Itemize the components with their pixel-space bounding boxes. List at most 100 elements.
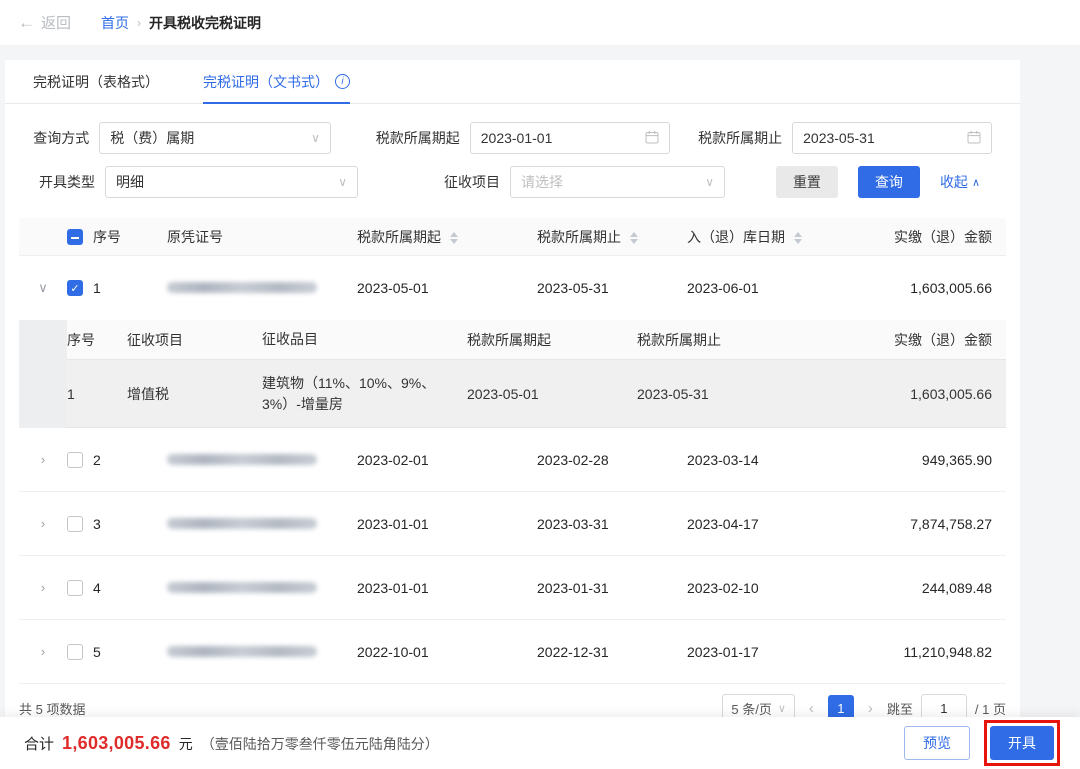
tab-label: 完税证明（表格式） (33, 72, 159, 92)
period-end-label: 税款所属期止 (695, 128, 782, 148)
col-period-start[interactable]: 税款所属期起 (357, 227, 537, 247)
table-row[interactable]: › 2 2023-02-01 2023-02-28 2023-03-14 949… (19, 428, 1006, 492)
search-button[interactable]: 查询 (858, 166, 920, 198)
top-bar: ← 返回 首页 › 开具税收完税证明 (0, 0, 1080, 45)
col-amount: 实缴（退）金额 (877, 227, 1006, 247)
collapse-link[interactable]: 收起 ∧ (940, 172, 980, 192)
tab-bar: 完税证明（表格式） 完税证明（文书式） i (5, 60, 1020, 104)
preview-button[interactable]: 预览 (904, 726, 970, 760)
page: ← 返回 首页 › 开具税收完税证明 完税证明（表格式） 完税证明（文书式） i… (0, 0, 1080, 769)
row-checkbox[interactable]: ✓ (67, 280, 83, 296)
levy-item-select[interactable]: 请选择 ∨ (510, 166, 725, 198)
calendar-icon (967, 130, 981, 147)
total-count: 共 5 项数据 (19, 699, 85, 718)
row-amount: 11,210,948.82 (877, 644, 1006, 660)
expand-row-icon[interactable]: › (19, 580, 67, 595)
row-period-start: 2023-02-01 (357, 452, 537, 468)
query-mode-value: 税（费）属期 (110, 128, 305, 148)
sub-col-period-start: 税款所属期起 (467, 330, 637, 350)
tab-certificate-document-format[interactable]: 完税证明（文书式） i (203, 60, 350, 104)
sort-icon[interactable] (794, 232, 802, 244)
row-amount: 7,874,758.27 (877, 516, 1006, 532)
chevron-down-icon: ∨ (705, 175, 714, 189)
levy-item-placeholder: 请选择 (521, 172, 699, 192)
row-checkbox[interactable] (67, 580, 83, 596)
sub-col-item: 征收项目 (127, 330, 262, 350)
row-storage-date: 2023-01-17 (687, 644, 877, 660)
query-mode-select[interactable]: 税（费）属期 ∨ (99, 122, 331, 154)
total-label: 合计 (24, 733, 54, 754)
breadcrumb-home[interactable]: 首页 (101, 13, 129, 33)
amount-in-words: （壹佰陆拾万零叁仟零伍元陆角陆分） (201, 734, 439, 754)
row-seq: 5 (93, 644, 101, 660)
collapse-label: 收起 (940, 172, 968, 192)
expand-row-icon[interactable]: › (19, 452, 67, 467)
tab-certificate-table-format[interactable]: 完税证明（表格式） (33, 60, 159, 104)
back-label: 返回 (41, 12, 71, 33)
col-seq: 序号 (93, 227, 121, 247)
sub-amount: 1,603,005.66 (802, 386, 1006, 402)
table-row[interactable]: › 3 2023-01-01 2023-03-31 2023-04-17 7,8… (19, 492, 1006, 556)
sub-seq: 1 (67, 386, 127, 402)
issue-button[interactable]: 开具 (990, 726, 1054, 760)
row-seq: 4 (93, 580, 101, 596)
pages-total: / 1 页 (975, 699, 1006, 718)
select-all-checkbox[interactable] (67, 229, 83, 245)
voucher-number-blurred (167, 454, 317, 465)
levy-item-label: 征收项目 (404, 172, 500, 192)
row-seq: 3 (93, 516, 101, 532)
table-row[interactable]: › 4 2023-01-01 2023-01-31 2023-02-10 244… (19, 556, 1006, 620)
row-period-end: 2022-12-31 (537, 644, 687, 660)
breadcrumb: 首页 › 开具税收完税证明 (101, 13, 261, 33)
table-header-row: 序号 原凭证号 税款所属期起 税款所属期止 入（退）库日期 实缴（退）金额 (19, 218, 1006, 256)
expanded-detail: 序号 征收项目 征收品目 税款所属期起 税款所属期止 实缴（退）金额 1 增值税… (19, 320, 1006, 428)
col-voucher: 原凭证号 (167, 227, 357, 247)
sub-col-subitem: 征收品目 (262, 329, 467, 349)
row-checkbox[interactable] (67, 516, 83, 532)
sort-icon[interactable] (450, 232, 458, 244)
row-period-end: 2023-03-31 (537, 516, 687, 532)
row-period-end: 2023-02-28 (537, 452, 687, 468)
col-period-end[interactable]: 税款所属期止 (537, 227, 687, 247)
filter-panel: 查询方式 税（费）属期 ∨ 税款所属期起 2023-01-01 税款所属期止 2… (5, 104, 1020, 214)
sort-icon[interactable] (630, 232, 638, 244)
sub-col-period-end: 税款所属期止 (637, 330, 802, 350)
sub-subitem: 建筑物（11%、10%、9%、3%）-增量房 (262, 373, 467, 414)
sub-table: 序号 征收项目 征收品目 税款所属期起 税款所属期止 实缴（退）金额 1 增值税… (67, 320, 1006, 428)
total-amount: 1,603,005.66 (62, 733, 171, 754)
sub-col-amount: 实缴（退）金额 (802, 330, 1006, 350)
chevron-down-icon: ∨ (338, 175, 347, 189)
chevron-down-icon: ∨ (778, 702, 786, 715)
back-button[interactable]: ← 返回 (18, 12, 71, 33)
breadcrumb-current: 开具税收完税证明 (149, 13, 261, 33)
prev-page-icon[interactable]: ‹ (809, 700, 814, 717)
voucher-number-blurred (167, 282, 317, 293)
results-table: 序号 原凭证号 税款所属期起 税款所属期止 入（退）库日期 实缴（退）金额 (19, 218, 1006, 684)
issue-type-select[interactable]: 明细 ∨ (105, 166, 358, 198)
issue-type-value: 明细 (116, 172, 332, 192)
sub-table-header: 序号 征收项目 征收品目 税款所属期起 税款所属期止 实缴（退）金额 (67, 320, 1006, 360)
row-checkbox[interactable] (67, 452, 83, 468)
expand-row-icon[interactable]: › (19, 644, 67, 659)
period-start-input[interactable]: 2023-01-01 (470, 122, 670, 154)
row-checkbox[interactable] (67, 644, 83, 660)
col-storage-date[interactable]: 入（退）库日期 (687, 227, 877, 247)
next-page-icon[interactable]: › (868, 700, 873, 717)
row-storage-date: 2023-02-10 (687, 580, 877, 596)
tab-label: 完税证明（文书式） (203, 72, 329, 92)
total-summary: 合计 1,603,005.66 元 （壹佰陆拾万零叁仟零伍元陆角陆分） (24, 733, 439, 754)
bottom-action-bar: 合计 1,603,005.66 元 （壹佰陆拾万零叁仟零伍元陆角陆分） 预览 开… (0, 717, 1080, 769)
reset-button[interactable]: 重置 (776, 166, 838, 198)
row-seq: 2 (93, 452, 101, 468)
sub-period-end: 2023-05-31 (637, 386, 802, 402)
expand-row-icon[interactable]: › (19, 516, 67, 531)
info-icon[interactable]: i (335, 74, 350, 89)
issue-type-label: 开具类型 (33, 172, 95, 192)
table-row[interactable]: › 5 2022-10-01 2022-12-31 2023-01-17 11,… (19, 620, 1006, 684)
row-amount: 1,603,005.66 (877, 280, 1006, 296)
period-end-input[interactable]: 2023-05-31 (792, 122, 992, 154)
collapse-row-icon[interactable]: ∨ (19, 280, 67, 296)
breadcrumb-separator-icon: › (137, 16, 141, 30)
sub-item: 增值税 (127, 384, 262, 404)
table-row[interactable]: ∨ ✓ 1 2023-05-01 2023-05-31 2023-06-01 1… (19, 256, 1006, 320)
